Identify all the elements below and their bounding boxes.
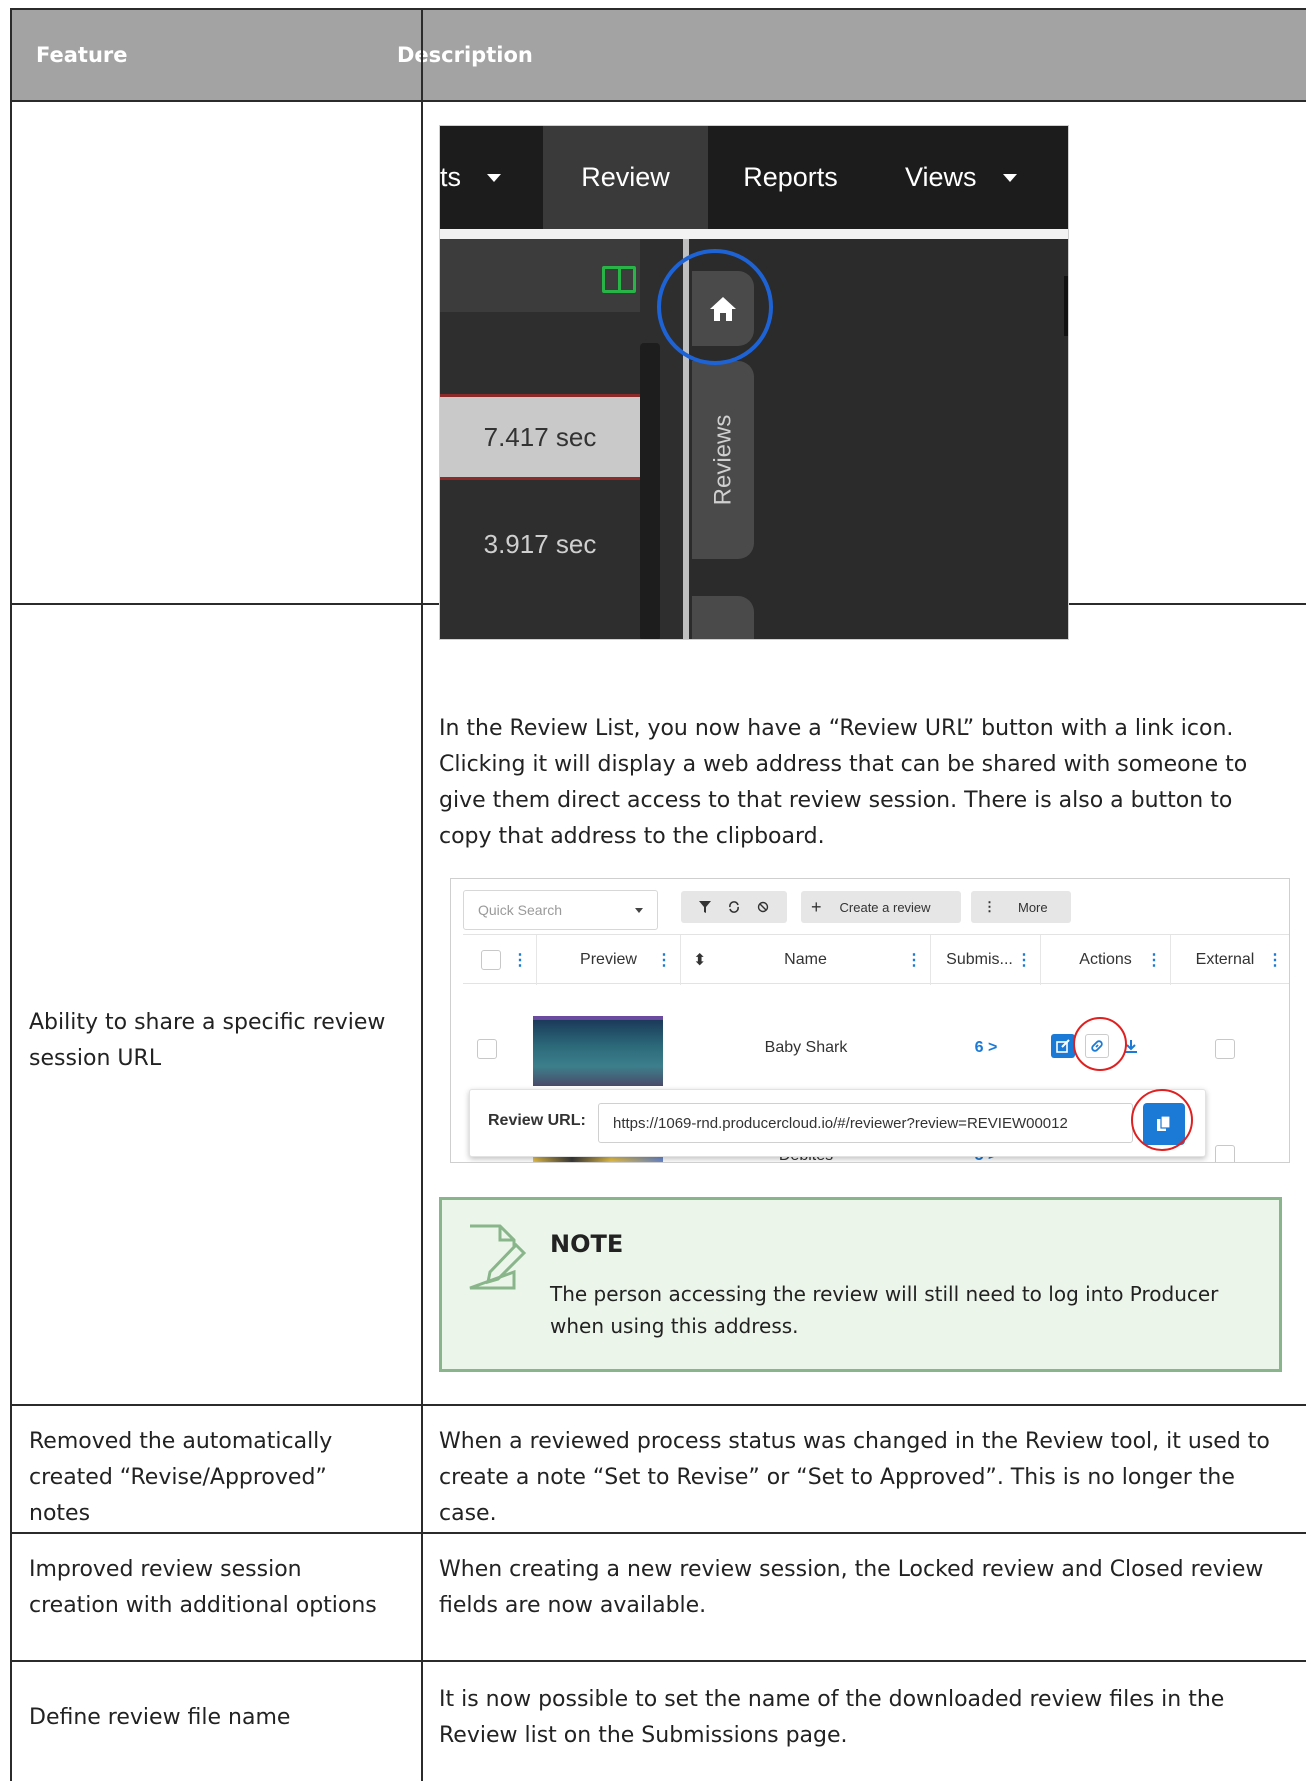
chevron-down-icon [487,173,502,182]
reviews-tab-label: Reviews [709,414,737,506]
description-share-url: In the Review List, you now have a “Revi… [439,716,1248,849]
external-checkbox[interactable] [1215,1039,1235,1059]
review-tab-screenshot: ts Review Reports Views 7.417 sec 3.917 … [439,125,1069,640]
column-external[interactable]: External ⋮ [1171,935,1289,985]
nav-tab-views[interactable]: Views [873,126,1068,229]
note-box: NOTE The person accessing the review wil… [439,1197,1282,1372]
nav-tab-assets[interactable]: ts [440,126,543,229]
description-review-session-options: When creating a new review session, the … [439,1557,1264,1618]
feature-removed-notes: Removed the automatically created “Revis… [29,1429,333,1526]
clear-icon[interactable] [757,901,769,913]
quick-search-input[interactable]: Quick Search [463,890,658,930]
scrollbar[interactable] [640,343,660,639]
highlight-circle [657,249,773,365]
preview-thumbnail [533,1016,663,1086]
external-checkbox[interactable] [1215,1145,1235,1162]
more-button[interactable]: ⋮ More [971,891,1071,923]
column-preview[interactable]: Preview ⋮ [537,935,681,985]
nav-tab-reports[interactable]: Reports [708,126,873,229]
table-header: Feature Description [12,10,1306,102]
review-url-popover: Review URL: https://1069-rnd.producerclo… [469,1089,1206,1157]
feature-review-file-name: Define review file name [29,1705,291,1730]
edit-icon [1056,1039,1070,1053]
row-name[interactable]: Baby Shark [681,1039,931,1057]
duration-row[interactable]: 3.917 sec [440,501,640,587]
description-review-file-name: It is now possible to set the name of th… [439,1687,1225,1748]
column-menu-icon[interactable]: ⋮ [656,950,672,970]
row-submissions-link[interactable]: 6 > [931,1039,1041,1057]
highlight-circle [1131,1089,1193,1151]
select-all-cell: ⋮ [463,935,537,985]
row-divider [12,1532,1306,1534]
column-actions[interactable]: Actions ⋮ [1041,935,1171,985]
sort-icon[interactable]: ⬍ [693,950,706,970]
panel-edge [1064,276,1068,336]
column-divider [421,10,423,1781]
note-icon [469,1224,527,1290]
description-removed-notes: When a reviewed process status was chang… [439,1429,1270,1526]
column-menu-icon[interactable]: ⋮ [1016,950,1032,970]
highlight-circle [1073,1017,1127,1071]
feature-share-url: Ability to share a specific review sessi… [29,1010,386,1071]
split-view-icon[interactable] [602,266,636,293]
review-list-screenshot: Quick Search + Create a review ⋮ More ⋮ … [450,878,1290,1163]
chevron-down-icon [1002,173,1017,182]
column-menu-icon[interactable]: ⋮ [906,950,922,970]
select-all-checkbox[interactable] [480,950,501,970]
column-menu-icon[interactable]: ⋮ [1267,950,1283,970]
nav-separator [440,229,1068,239]
filter-icon[interactable] [699,901,712,913]
review-url-field[interactable]: https://1069-rnd.producercloud.io/#/revi… [598,1103,1133,1143]
header-description: Description [397,43,533,67]
duration-row-selected[interactable]: 7.417 sec [440,394,640,480]
nav-tab-review[interactable]: Review [543,126,708,229]
top-nav-bar: ts Review Reports Views [440,126,1068,229]
row-checkbox[interactable] [477,1039,497,1059]
plus-icon: + [811,896,822,917]
note-title: NOTE [550,1230,624,1258]
column-name[interactable]: ⬍ Name ⋮ [681,935,931,985]
row-divider [12,1660,1306,1662]
filter-toolbar [681,891,787,923]
column-menu-icon[interactable]: ⋮ [1146,950,1162,970]
chevron-down-icon [635,908,643,913]
header-feature: Feature [36,43,128,67]
side-tab[interactable] [692,596,754,639]
grid-header: ⋮ Preview ⋮ ⬍ Name ⋮ Submis... ⋮ Actions ⋮ Ex… [463,934,1289,985]
column-menu-icon[interactable]: ⋮ [512,950,528,970]
review-url-label: Review URL: [488,1112,586,1129]
note-body: The person accessing the review will sti… [550,1282,1219,1338]
feature-review-session-options: Improved review session creation with ad… [29,1557,377,1618]
edit-button[interactable] [1051,1034,1075,1058]
more-icon: ⋮ [983,899,996,914]
create-review-button[interactable]: + Create a review [801,891,961,923]
column-submissions[interactable]: Submis... ⋮ [931,935,1041,985]
row-divider [12,1404,1306,1406]
refresh-icon[interactable] [728,901,740,913]
